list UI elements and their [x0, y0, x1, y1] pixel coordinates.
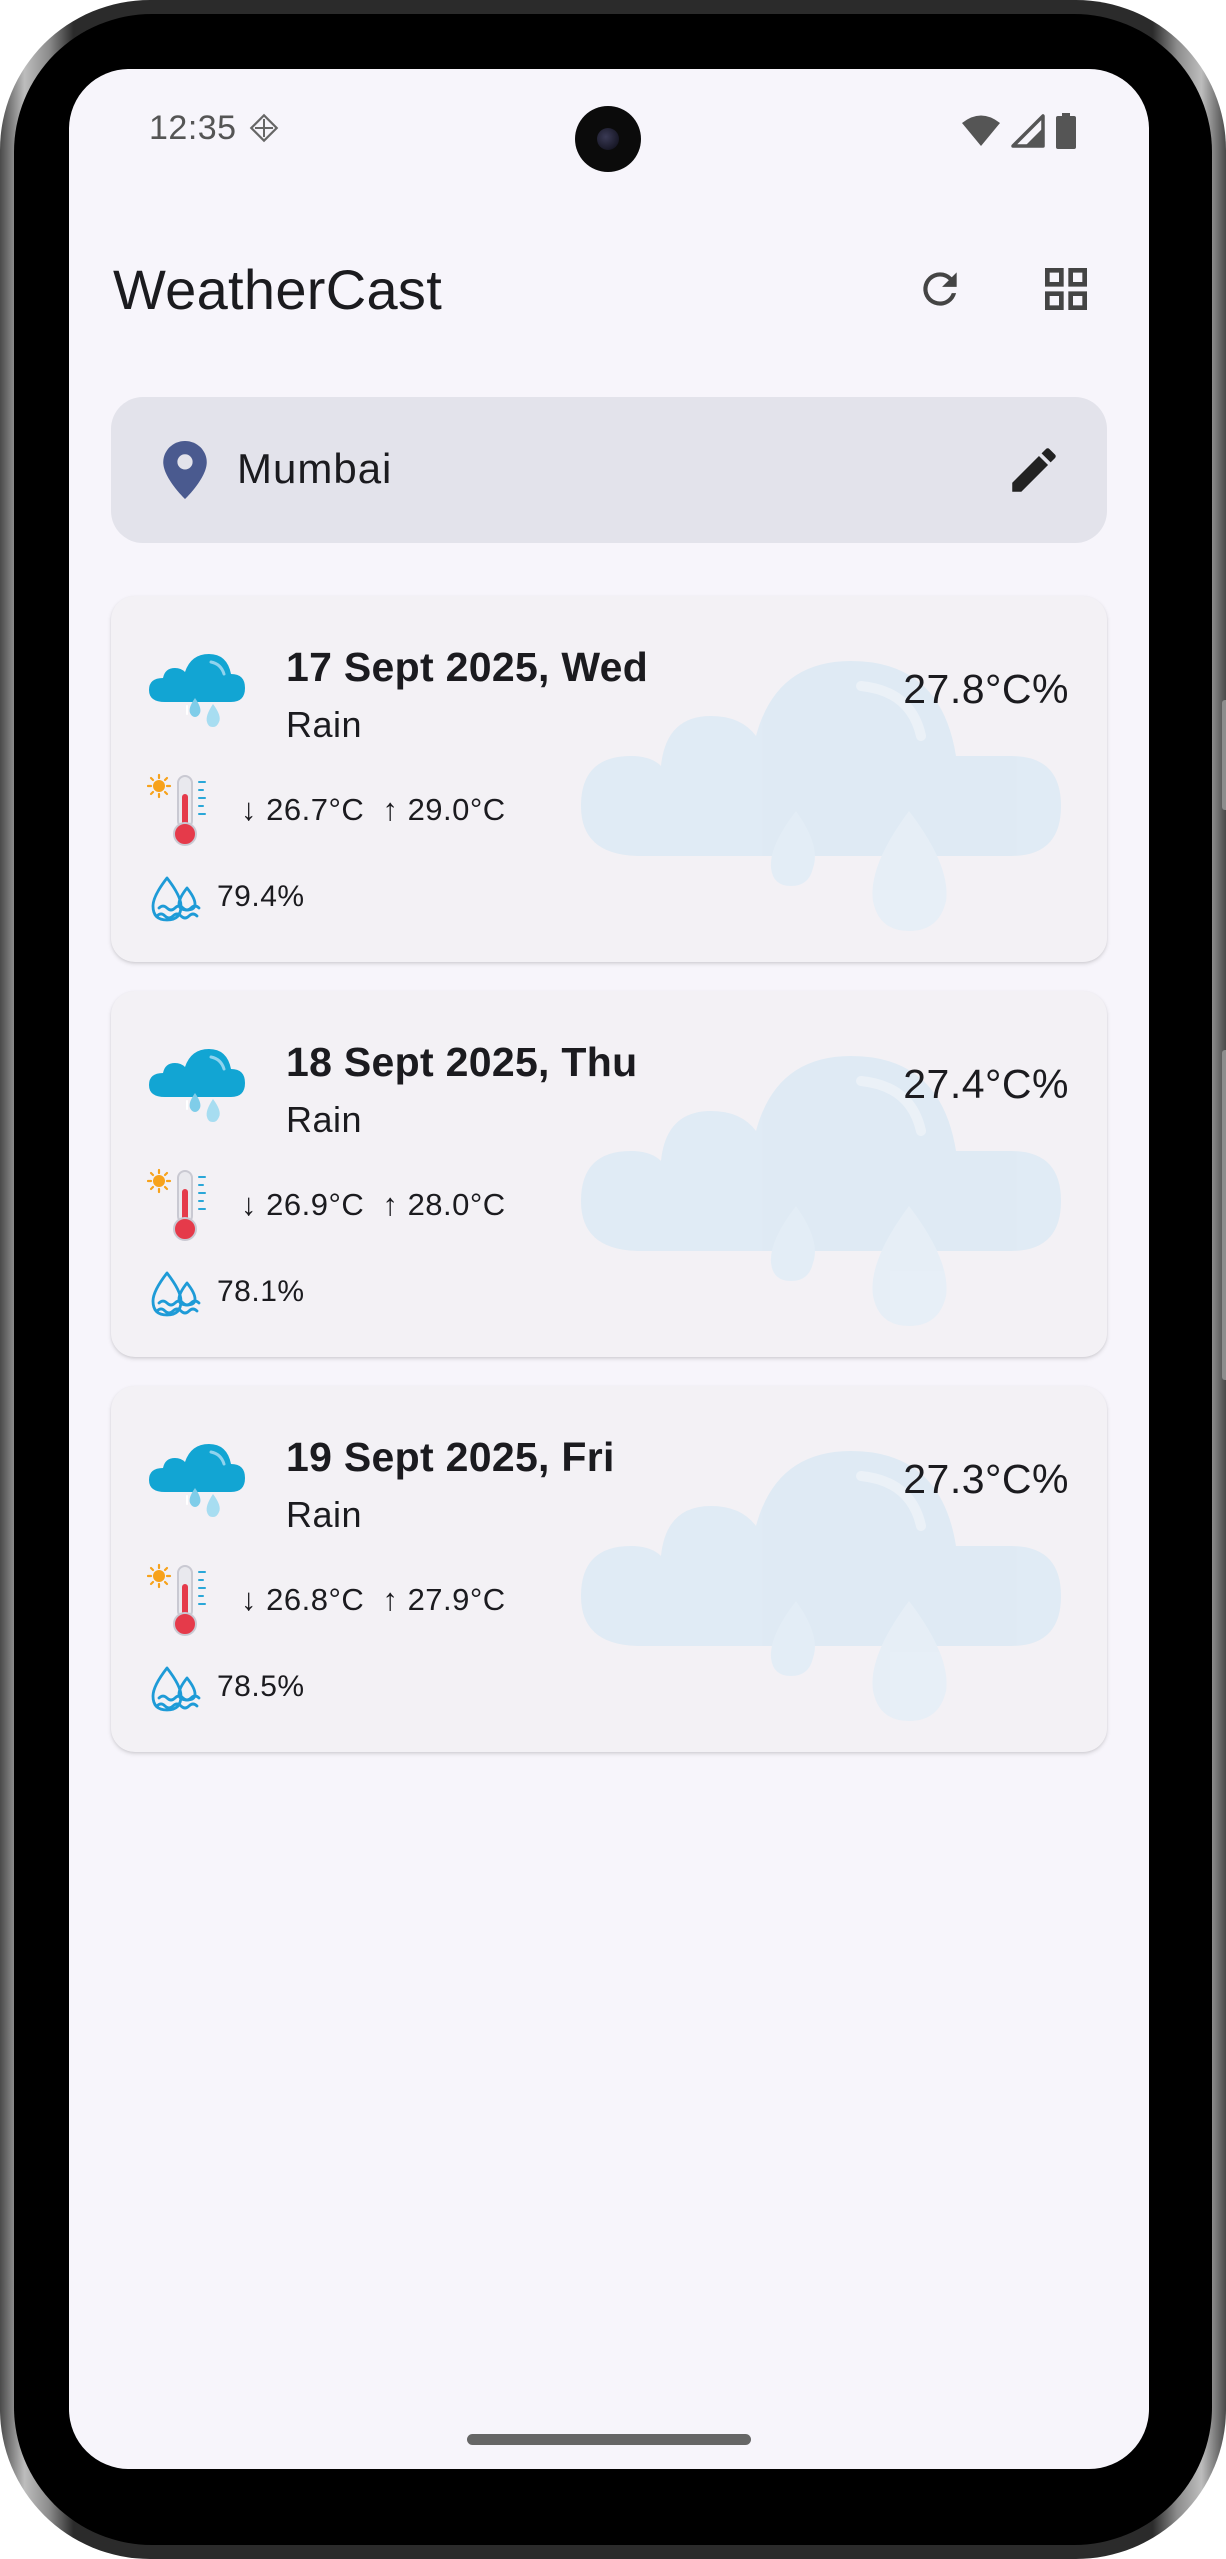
- volume-button: [1222, 1050, 1226, 1380]
- forecast-temperature-range: ↓ 26.9°C ↑ 28.0°C: [241, 1187, 506, 1222]
- status-icons: [961, 113, 1077, 149]
- device-frame: 12:35 WeatherCast Mumbai 17 Sept 2025, W…: [0, 0, 1226, 2559]
- cloud-rain-background-icon: [581, 1451, 1061, 1721]
- app-bar: WeatherCast: [69, 229, 1149, 339]
- forecast-temperature: 27.4°C%: [903, 1061, 1069, 1107]
- status-time: 12:35: [149, 109, 237, 147]
- forecast-condition: Rain: [286, 1494, 363, 1535]
- forecast-condition: Rain: [286, 704, 363, 745]
- location-bar[interactable]: Mumbai: [111, 397, 1107, 543]
- forecast-date: 17 Sept 2025, Wed: [286, 644, 649, 690]
- forecast-card[interactable]: 17 Sept 2025, Wed Rain 27.8°C% ↓ 26.7°C …: [111, 596, 1107, 962]
- status-bar: 12:35: [69, 69, 1149, 189]
- forecast-date: 18 Sept 2025, Thu: [286, 1039, 638, 1085]
- app-title: WeatherCast: [113, 258, 443, 321]
- front-camera: [575, 106, 641, 172]
- cellular-signal-icon: [1011, 114, 1045, 148]
- forecast-temperature: 27.3°C%: [903, 1456, 1069, 1502]
- rain-cloud-icon: [149, 654, 245, 727]
- humidity-icon: [151, 876, 201, 922]
- thermometer-sun-icon: [147, 773, 206, 846]
- edit-location-button[interactable]: [1005, 441, 1063, 499]
- humidity-icon: [151, 1666, 201, 1712]
- notification-diamond-icon: [249, 113, 279, 143]
- power-button: [1222, 700, 1226, 810]
- thermometer-sun-icon: [147, 1563, 206, 1636]
- wifi-icon: [962, 115, 1000, 146]
- gesture-nav-handle[interactable]: [467, 2434, 751, 2445]
- edit-pencil-icon: [1012, 448, 1056, 492]
- battery-icon: [1056, 113, 1076, 149]
- thermometer-sun-icon: [147, 1168, 206, 1241]
- grid-view-button[interactable]: [1031, 254, 1101, 324]
- refresh-icon: [923, 272, 957, 306]
- grid-view-icon: [1045, 268, 1087, 310]
- forecast-temperature: 27.8°C%: [903, 666, 1069, 712]
- cloud-rain-background-icon: [581, 661, 1061, 931]
- forecast-card[interactable]: 18 Sept 2025, Thu Rain 27.4°C% ↓ 26.9°C …: [111, 991, 1107, 1357]
- forecast-temperature-range: ↓ 26.8°C ↑ 27.9°C: [241, 1582, 506, 1617]
- forecast-date: 19 Sept 2025, Fri: [286, 1434, 615, 1480]
- location-pin-icon: [163, 441, 207, 499]
- forecast-card[interactable]: 19 Sept 2025, Fri Rain 27.3°C% ↓ 26.8°C …: [111, 1386, 1107, 1752]
- rain-cloud-icon: [149, 1049, 245, 1122]
- screen: 12:35 WeatherCast Mumbai 17 Sept 2025, W…: [69, 69, 1149, 2469]
- forecast-humidity: 78.5%: [217, 1670, 305, 1703]
- forecast-humidity: 78.1%: [217, 1275, 305, 1308]
- forecast-condition: Rain: [286, 1099, 363, 1140]
- cloud-rain-background-icon: [581, 1056, 1061, 1326]
- refresh-button[interactable]: [905, 254, 975, 324]
- rain-cloud-icon: [149, 1444, 245, 1517]
- forecast-humidity: 79.4%: [217, 880, 305, 913]
- humidity-icon: [151, 1271, 201, 1317]
- location-city: Mumbai: [237, 445, 393, 492]
- forecast-temperature-range: ↓ 26.7°C ↑ 29.0°C: [241, 792, 506, 827]
